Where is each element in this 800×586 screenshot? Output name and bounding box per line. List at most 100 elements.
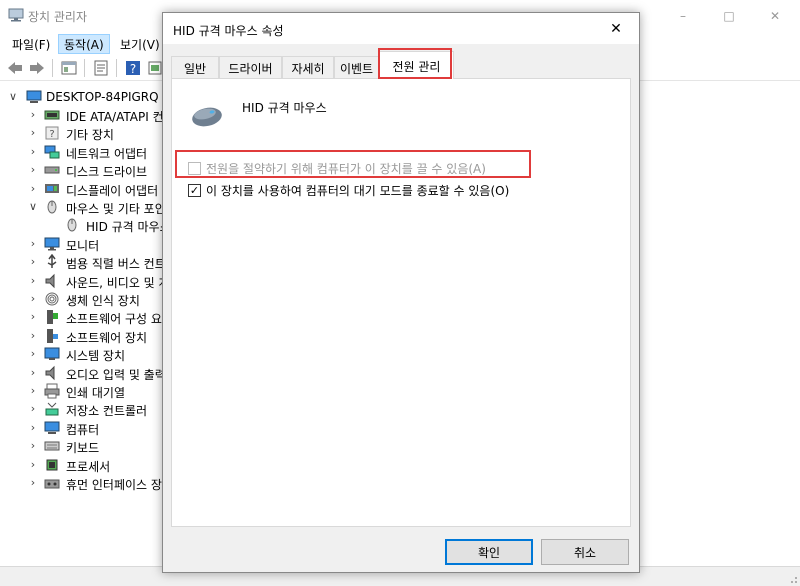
printer-icon: [44, 383, 60, 399]
allow-turn-off-option: 전원을 절약하기 위해 컴퓨터가 이 장치를 끌 수 있음(A): [188, 159, 486, 177]
ide-controller-icon: [44, 107, 60, 123]
device-manager-title: 장치 관리자: [28, 10, 88, 24]
tree-expander[interactable]: ›: [28, 125, 38, 141]
tree-category-item[interactable]: › 사운드, 비디오 및 게임 컨트롤러: [0, 272, 170, 290]
help-icon[interactable]: ?: [124, 59, 142, 77]
tree-expander[interactable]: ›: [28, 383, 38, 399]
tree-item-label: 인쇄 대기열: [66, 386, 126, 400]
keyboard-icon: [44, 438, 60, 454]
tree-root-label: DESKTOP-84PIGRQ: [46, 90, 159, 104]
tree-category-item[interactable]: › 컴퓨터: [0, 419, 170, 437]
tree-category-item[interactable]: › 디스플레이 어댑터: [0, 180, 170, 198]
tree-category-item[interactable]: › 키보드: [0, 437, 170, 455]
tree-category-item[interactable]: › 소프트웨어 구성 요소: [0, 308, 170, 326]
maximize-button[interactable]: □: [706, 0, 752, 31]
storage-controller-icon: [44, 401, 60, 417]
tree-expander[interactable]: ›: [28, 309, 38, 325]
tree-category-item[interactable]: › 프로세서: [0, 456, 170, 474]
tree-expander[interactable]: ∨: [28, 199, 38, 215]
show-hide-tree-icon[interactable]: [60, 59, 78, 77]
tree-category-item[interactable]: › 범용 직렬 버스 컨트롤러: [0, 253, 170, 271]
menu-file[interactable]: 파일(F): [6, 34, 56, 54]
tree-expander[interactable]: ›: [28, 328, 38, 344]
svg-text:?: ?: [49, 129, 54, 140]
tree-category-item[interactable]: ∨ 마우스 및 기타 포인팅 장치: [0, 198, 170, 216]
power-management-panel: HID 규격 마우스 전원을 절약하기 위해 컴퓨터가 이 장치를 끌 수 있음…: [171, 78, 631, 527]
computer-icon: [44, 420, 60, 436]
tree-item-label: HID 규격 마우스: [86, 220, 170, 235]
tree-expander[interactable]: ›: [28, 346, 38, 362]
disk-drive-icon: [44, 162, 60, 178]
mouse-icon: [64, 217, 80, 233]
tree-root[interactable]: ∨ DESKTOP-84PIGRQ: [0, 88, 170, 106]
allow-turn-off-checkbox[interactable]: [188, 161, 201, 175]
tree-expander[interactable]: ›: [28, 273, 38, 289]
tree-item-label: 시스템 장치: [66, 349, 126, 364]
tree-category-item[interactable]: › 시스템 장치: [0, 345, 170, 363]
tree-expander[interactable]: ›: [28, 457, 38, 473]
cancel-button[interactable]: 취소: [541, 539, 629, 565]
tree-item-label: 마우스 및 기타 포인팅 장치: [66, 202, 170, 216]
tree-item-label: 키보드: [66, 441, 100, 456]
hid-icon: [44, 475, 60, 491]
tree-category-item[interactable]: › 휴먼 인터페이스 장치: [0, 474, 170, 492]
tree-item-label: 범용 직렬 버스 컨트롤러: [66, 257, 170, 272]
tree-category-item[interactable]: › IDE ATA/ATAPI 컨트롤러: [0, 106, 170, 124]
tree-item-label: 소프트웨어 장치: [66, 330, 148, 345]
tree-expander[interactable]: ›: [28, 365, 38, 381]
properties-icon[interactable]: [92, 59, 110, 77]
tree-child-item[interactable]: HID 규격 마우스: [0, 216, 170, 234]
tab-power-management[interactable]: 전원 관리: [379, 51, 454, 79]
tab-driver[interactable]: 드라이버: [219, 56, 282, 78]
back-arrow-icon[interactable]: [6, 59, 24, 77]
resize-grip-icon[interactable]: [786, 572, 798, 584]
tab-events[interactable]: 이벤트: [334, 56, 379, 78]
ok-button[interactable]: 확인: [445, 539, 533, 565]
speaker-icon: [44, 273, 60, 289]
tree-expander[interactable]: ›: [28, 420, 38, 436]
minimize-button[interactable]: –: [660, 0, 706, 31]
menu-view[interactable]: 보기(V): [114, 34, 166, 54]
tree-expander[interactable]: ›: [28, 107, 38, 123]
menu-action[interactable]: 동작(A): [58, 34, 110, 54]
unknown-device-icon: ?: [44, 125, 60, 141]
tree-expander[interactable]: ›: [28, 475, 38, 491]
tree-expander[interactable]: ›: [28, 254, 38, 270]
tree-category-item[interactable]: › 인쇄 대기열: [0, 382, 170, 400]
allow-wake-option: ✓ 이 장치를 사용하여 컴퓨터의 대기 모드를 종료할 수 있음(O): [188, 181, 509, 199]
properties-dialog: HID 규격 마우스 속성 ✕ 일반 드라이버 자세히 이벤트 전원 관리 HI…: [162, 12, 640, 573]
tree-expander[interactable]: ›: [28, 144, 38, 160]
allow-wake-label: 이 장치를 사용하여 컴퓨터의 대기 모드를 종료할 수 있음(O): [206, 183, 510, 198]
tree-expander[interactable]: ›: [28, 236, 38, 252]
tree-category-item[interactable]: › 디스크 드라이브: [0, 161, 170, 179]
tree-category-item[interactable]: › 소프트웨어 장치: [0, 327, 170, 345]
tab-details[interactable]: 자세히: [282, 56, 334, 78]
tree-item-label: 소프트웨어 구성 요소: [66, 312, 170, 327]
tab-general[interactable]: 일반: [171, 56, 219, 78]
monitor-icon: [44, 236, 60, 252]
tree-item-label: 생체 인식 장치: [66, 294, 140, 308]
tree-expander[interactable]: ›: [28, 162, 38, 178]
tree-category-item[interactable]: › 모니터: [0, 235, 170, 253]
tree-expander[interactable]: ›: [28, 401, 38, 417]
display-adapter-icon: [44, 181, 60, 197]
tree-expander[interactable]: ›: [28, 438, 38, 454]
allow-wake-checkbox[interactable]: ✓: [188, 183, 201, 197]
forward-arrow-icon[interactable]: [28, 59, 46, 77]
system-device-icon: [44, 346, 60, 362]
usb-icon: [44, 253, 60, 270]
tree-category-item[interactable]: › 오디오 입력 및 출력: [0, 364, 170, 382]
dialog-close-button[interactable]: ✕: [593, 13, 639, 44]
tree-expander[interactable]: ∨: [8, 89, 18, 105]
tree-expander[interactable]: ›: [28, 291, 38, 307]
close-window-button[interactable]: ✕: [752, 0, 798, 31]
tree-category-item[interactable]: › 저장소 컨트롤러: [0, 400, 170, 418]
tree-category-item[interactable]: › 네트워크 어댑터: [0, 143, 170, 161]
allow-turn-off-label: 전원을 절약하기 위해 컴퓨터가 이 장치를 끌 수 있음(A): [206, 161, 486, 176]
tree-category-item[interactable]: › 생체 인식 장치: [0, 290, 170, 308]
tree-expander[interactable]: ›: [28, 181, 38, 197]
tree-category-item[interactable]: ›? 기타 장치: [0, 124, 170, 142]
mouse-device-icon: [192, 107, 222, 127]
software-device-icon: [44, 328, 60, 344]
dialog-title: HID 규격 마우스 속성: [173, 24, 284, 38]
